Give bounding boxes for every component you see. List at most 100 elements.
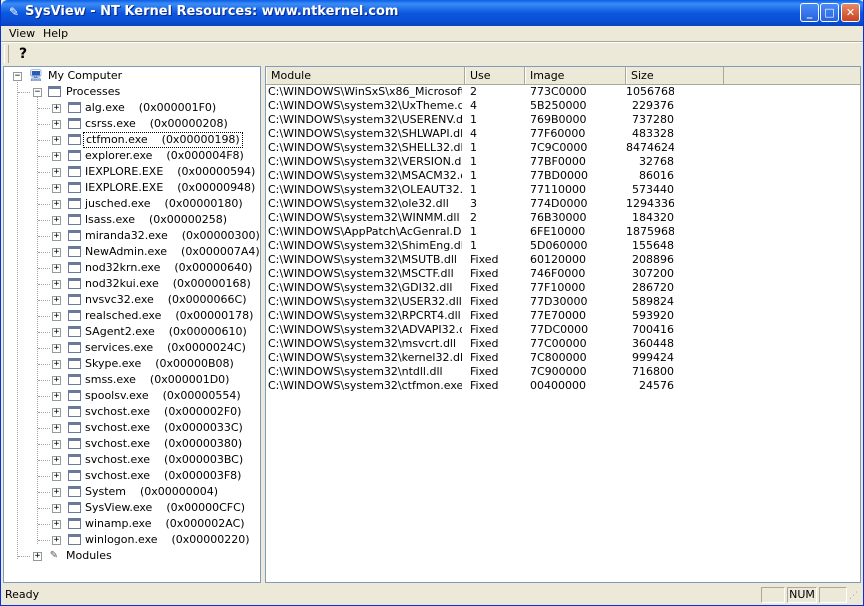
tree-label[interactable]: IEXPLORE.EXE (0x00000948) [83, 180, 257, 196]
tree-label[interactable]: winlogon.exe (0x00000220) [83, 532, 252, 548]
tree-node-process[interactable]: + winlogon.exe (0x00000220) [4, 532, 254, 548]
tree-label[interactable]: Skype.exe (0x00000B08) [83, 356, 236, 372]
tree-label[interactable]: nod32krn.exe (0x00000640) [83, 260, 254, 276]
table-row[interactable]: C:\WINDOWS\system32\SHLWAPI.dll 4 77F60000… [266, 127, 860, 141]
tree-node-process[interactable]: + ctfmon.exe (0x00000198) [4, 132, 254, 148]
tree-label[interactable]: miranda32.exe (0x00000300) [83, 228, 260, 244]
expand-icon[interactable]: + [52, 200, 61, 209]
tree-label[interactable]: jusched.exe (0x00000180) [83, 196, 245, 212]
tree-label[interactable]: Modules [64, 548, 114, 564]
column-image[interactable]: Image [525, 67, 626, 84]
minimize-button[interactable]: _ [800, 3, 819, 22]
tree-node-process[interactable]: + lsass.exe (0x00000258) [4, 212, 254, 228]
tree-label[interactable]: services.exe (0x0000024C) [83, 340, 248, 356]
table-row[interactable]: C:\WINDOWS\AppPatch\AcGenral.DLL 1 6FE1000… [266, 225, 860, 239]
tree-label[interactable]: NewAdmin.exe (0x000007A4) [83, 244, 260, 260]
table-row[interactable]: C:\WINDOWS\system32\msvcrt.dll Fixed 77C00… [266, 337, 860, 351]
collapse-icon[interactable]: − [33, 88, 42, 97]
close-button[interactable]: ✕ [841, 3, 860, 22]
table-row[interactable]: C:\WINDOWS\system32\ole32.dll 3 774D0000 12… [266, 197, 860, 211]
expand-icon[interactable]: + [52, 248, 61, 257]
expand-icon[interactable]: + [52, 440, 61, 449]
tree-label[interactable]: ctfmon.exe (0x00000198) [83, 132, 243, 148]
expand-icon[interactable]: + [52, 104, 61, 113]
menu-help[interactable]: Help [41, 26, 70, 41]
expand-icon[interactable]: + [52, 488, 61, 497]
tree-label[interactable]: System (0x00000004) [83, 484, 220, 500]
expand-icon[interactable]: + [52, 424, 61, 433]
tree-node-process[interactable]: + SysView.exe (0x00000CFC) [4, 500, 254, 516]
tree-node-process[interactable]: + nod32krn.exe (0x00000640) [4, 260, 254, 276]
tree-node-process[interactable]: + IEXPLORE.EXE (0x00000594) [4, 164, 257, 180]
expand-icon[interactable]: + [52, 376, 61, 385]
tree-label[interactable]: IEXPLORE.EXE (0x00000594) [83, 164, 257, 180]
expand-icon[interactable]: + [52, 296, 61, 305]
expand-icon[interactable]: + [33, 552, 42, 561]
tree-label[interactable]: winamp.exe (0x000002AC) [83, 516, 247, 532]
tree-node-process[interactable]: + Skype.exe (0x00000B08) [4, 356, 254, 372]
tree-label[interactable]: alg.exe (0x000001F0) [83, 100, 218, 116]
column-use[interactable]: Use [465, 67, 525, 84]
tree-node-process[interactable]: + System (0x00000004) [4, 484, 254, 500]
tree-label[interactable]: svchost.exe (0x00000380) [83, 436, 244, 452]
tree-node-process[interactable]: + nvsvc32.exe (0x0000066C) [4, 292, 254, 308]
expand-icon[interactable]: + [52, 520, 61, 529]
expand-icon[interactable]: + [52, 312, 61, 321]
table-row[interactable]: C:\WINDOWS\system32\MSUTB.dll Fixed 601200… [266, 253, 860, 267]
tree-label[interactable]: svchost.exe (0x000002F0) [83, 404, 243, 420]
tree-node-process[interactable]: + SAgent2.exe (0x00000610) [4, 324, 254, 340]
tree-label[interactable]: svchost.exe (0x000003F8) [83, 468, 243, 484]
tree-label[interactable]: spoolsv.exe (0x00000554) [83, 388, 243, 404]
tree-label[interactable]: My Computer [46, 68, 124, 84]
expand-icon[interactable]: + [52, 504, 61, 513]
expand-icon[interactable]: + [52, 344, 61, 353]
tree-label[interactable]: explorer.exe (0x000004F8) [83, 148, 246, 164]
expand-icon[interactable]: + [52, 168, 61, 177]
tree-label[interactable]: smss.exe (0x000001D0) [83, 372, 231, 388]
tree-label[interactable]: nod32kui.exe (0x00000168) [83, 276, 253, 292]
table-row[interactable]: C:\WINDOWS\system32\OLEAUT32.dll 1 7711000… [266, 183, 860, 197]
tree-node-process[interactable]: + svchost.exe (0x00000380) [4, 436, 254, 452]
expand-icon[interactable]: + [52, 392, 61, 401]
help-button[interactable]: ? [13, 44, 33, 64]
expand-icon[interactable]: + [52, 328, 61, 337]
column-size[interactable]: Size [626, 67, 724, 84]
tree-label[interactable]: lsass.exe (0x00000258) [83, 212, 229, 228]
tree-label[interactable]: svchost.exe (0x0000033C) [83, 420, 245, 436]
expand-icon[interactable]: + [52, 536, 61, 545]
process-tree[interactable]: − 🖥 My Computer − Processes + alg.exe (0x00000… [3, 66, 261, 583]
expand-icon[interactable]: + [52, 120, 61, 129]
table-row[interactable]: C:\WINDOWS\system32\ShimEng.dll 1 5D060000… [266, 239, 860, 253]
tree-label[interactable]: SysView.exe (0x00000CFC) [83, 500, 247, 516]
table-row[interactable]: C:\WINDOWS\WinSxS\x86_Microsoft... 2 773C0… [266, 85, 860, 99]
app-icon[interactable]: ✎ [7, 5, 21, 19]
tree-node-processes[interactable]: − Processes [4, 84, 254, 100]
maximize-button[interactable]: □ [820, 3, 839, 22]
title-bar[interactable]: ✎ SysView - NT Kernel Resources: www.ntk… [1, 0, 863, 26]
table-row[interactable]: C:\WINDOWS\system32\USERENV.dll 1 769B0000… [266, 113, 860, 127]
tree-node-process[interactable]: + nod32kui.exe (0x00000168) [4, 276, 254, 292]
column-module[interactable]: Module [266, 67, 465, 84]
tree-node-my-computer[interactable]: − 🖥 My Computer [4, 68, 254, 84]
tree-node-process[interactable]: + csrss.exe (0x00000208) [4, 116, 254, 132]
tree-node-process[interactable]: + services.exe (0x0000024C) [4, 340, 254, 356]
expand-icon[interactable]: + [52, 456, 61, 465]
table-row[interactable]: C:\WINDOWS\system32\MSACM32.dll 1 77BD0000… [266, 169, 860, 183]
tree-label[interactable]: svchost.exe (0x000003BC) [83, 452, 245, 468]
tree-node-process[interactable]: + spoolsv.exe (0x00000554) [4, 388, 254, 404]
tree-node-process[interactable]: + NewAdmin.exe (0x000007A4) [4, 244, 260, 260]
expand-icon[interactable]: + [52, 472, 61, 481]
expand-icon[interactable]: + [52, 408, 61, 417]
toolbar-grip[interactable] [4, 45, 9, 63]
tree-node-process[interactable]: + IEXPLORE.EXE (0x00000948) [4, 180, 257, 196]
tree-node-process[interactable]: + miranda32.exe (0x00000300) [4, 228, 260, 244]
expand-icon[interactable]: + [52, 264, 61, 273]
module-list[interactable]: Module Use Image Size C:\WINDOWS\WinSxS\… [265, 66, 861, 583]
expand-icon[interactable]: + [52, 216, 61, 225]
resize-grip-icon[interactable]: ⋰ [849, 590, 861, 602]
table-row[interactable]: C:\WINDOWS\system32\GDI32.dll Fixed 77F100… [266, 281, 860, 295]
table-row[interactable]: C:\WINDOWS\system32\USER32.dll Fixed 77D30… [266, 295, 860, 309]
table-row[interactable]: C:\WINDOWS\system32\MSCTF.dll Fixed 746F00… [266, 267, 860, 281]
tree-label[interactable]: SAgent2.exe (0x00000610) [83, 324, 249, 340]
collapse-icon[interactable]: − [13, 72, 22, 81]
